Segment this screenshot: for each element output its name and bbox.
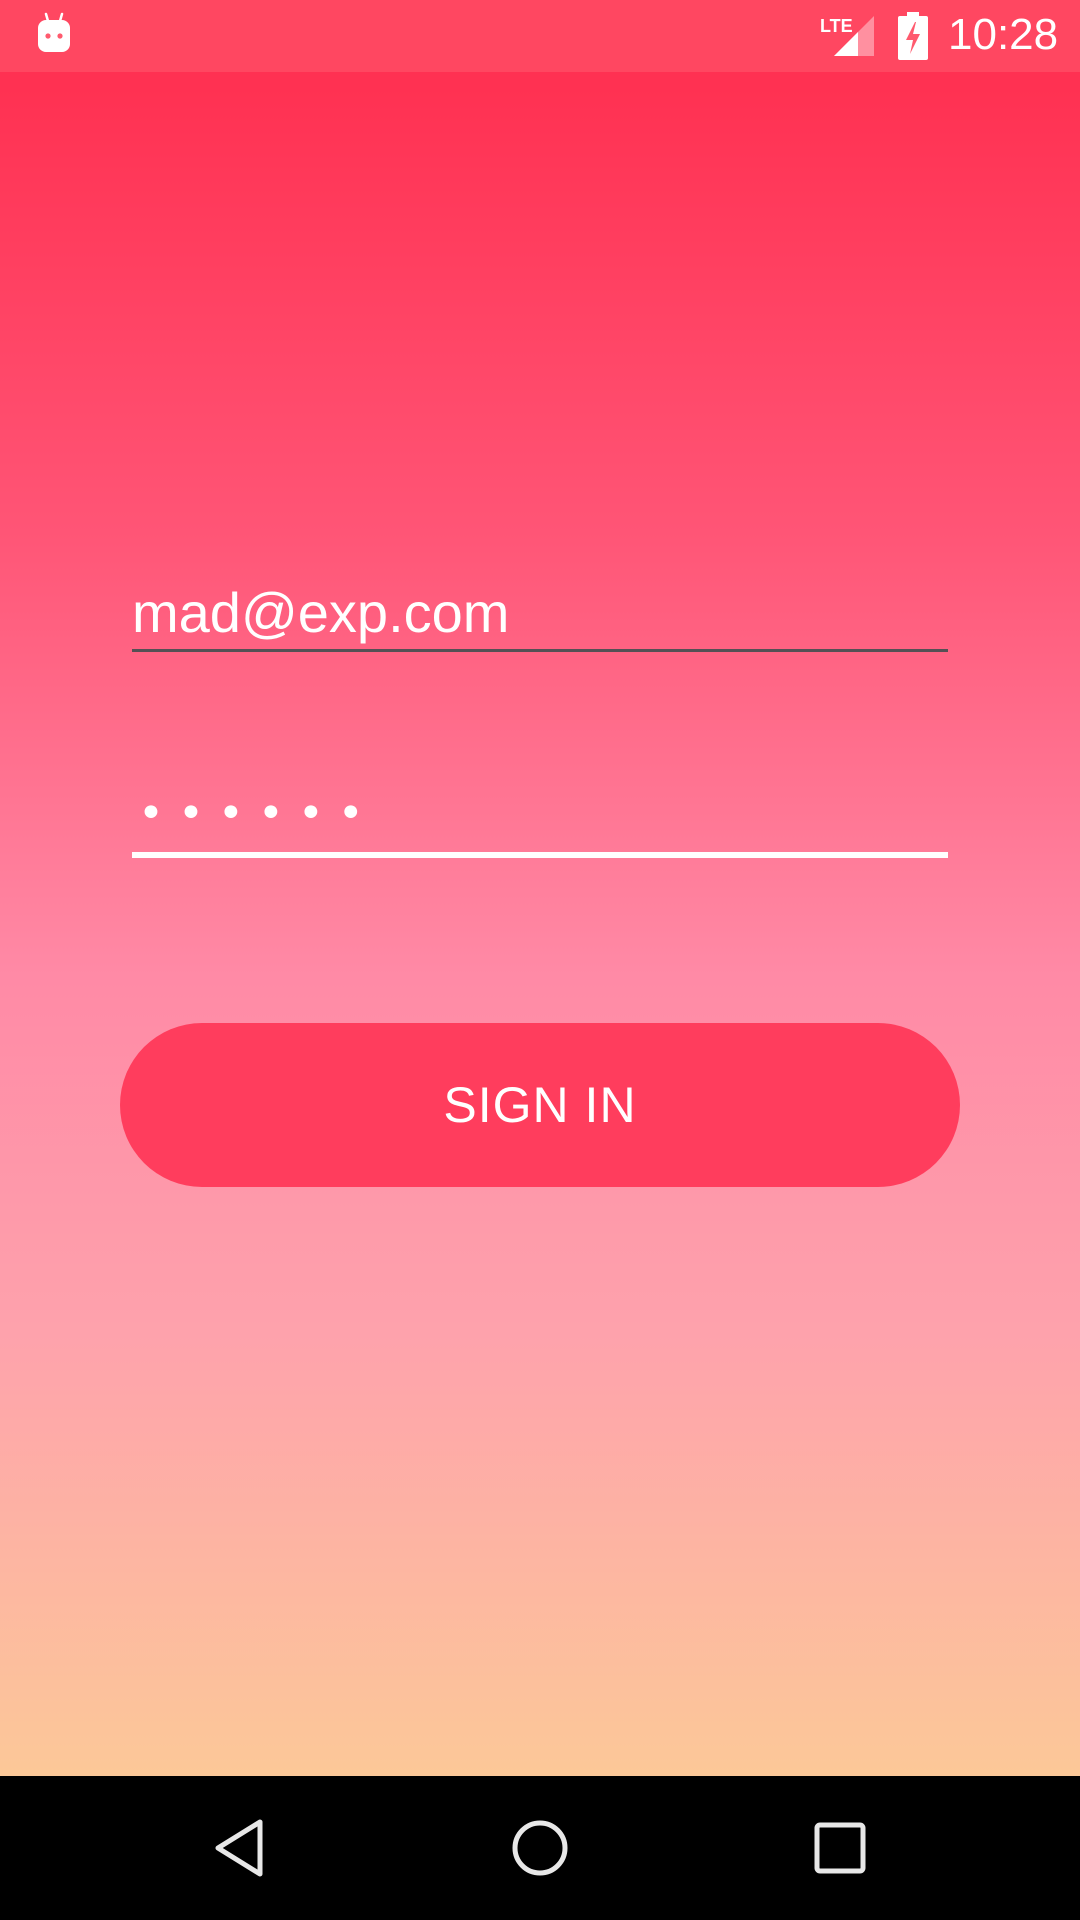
back-button[interactable] bbox=[190, 1798, 290, 1898]
status-bar: LTE 10:28 bbox=[0, 0, 1080, 72]
back-icon bbox=[215, 1819, 263, 1877]
home-button[interactable] bbox=[490, 1798, 590, 1898]
status-time: 10:28 bbox=[948, 10, 1059, 59]
home-icon bbox=[512, 1820, 568, 1876]
android-icon bbox=[38, 12, 70, 52]
battery-charging-icon bbox=[898, 12, 928, 60]
signal-icon: LTE bbox=[820, 16, 874, 56]
sign-in-label: SIGN IN bbox=[443, 1077, 637, 1133]
email-value: mad@exp.com bbox=[132, 581, 510, 644]
lte-label: LTE bbox=[820, 16, 853, 36]
recents-button[interactable] bbox=[790, 1798, 890, 1898]
app-background bbox=[0, 0, 1080, 1776]
password-value: •••••• bbox=[138, 788, 378, 839]
recents-icon bbox=[814, 1822, 866, 1874]
email-field[interactable]: mad@exp.com bbox=[132, 570, 948, 652]
screen: LTE 10:28 mad@exp.com •••••• SIGN IN bbox=[0, 0, 1080, 1920]
sign-in-button[interactable]: SIGN IN bbox=[120, 1023, 960, 1187]
password-field[interactable]: •••••• bbox=[132, 770, 948, 858]
navigation-bar bbox=[0, 1776, 1080, 1920]
